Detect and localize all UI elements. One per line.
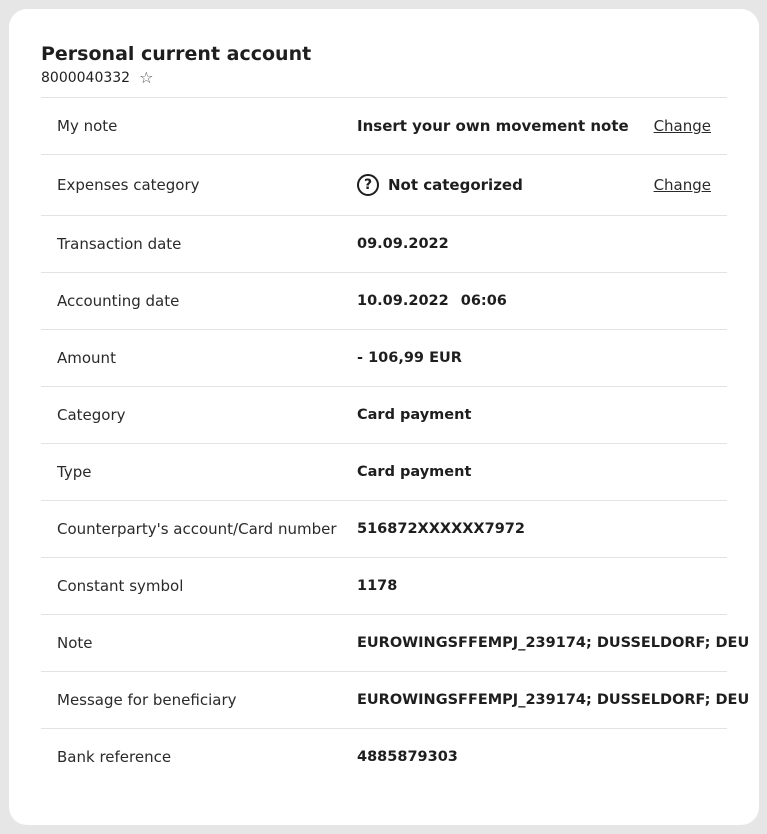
change-category-link[interactable]: Change [654,176,711,194]
counterparty-label: Counterparty's account/Card number [57,520,337,538]
row-expenses-category: Expenses category ? Not categorized Chan… [41,155,727,216]
change-note-link[interactable]: Change [654,117,711,135]
expenses-category-text: Not categorized [388,176,523,194]
note-label: Note [57,634,93,652]
transaction-date-value: 09.09.2022 [357,236,449,252]
category-value: Card payment [357,407,472,423]
question-circle-icon: ? [357,174,379,196]
row-note: Note EUROWINGSFFEMPJ_239174; DUSSELDORF;… [41,615,749,672]
row-message-for-beneficiary: Message for beneficiary EUROWINGSFFEMPJ_… [41,672,749,729]
message-label: Message for beneficiary [57,691,237,709]
amount-value: - 106,99 EUR [357,350,462,366]
account-number-line: 8000040332 ☆ [41,69,311,87]
bank-reference-value: 4885879303 [357,749,458,765]
amount-label: Amount [57,349,116,367]
my-note-value: Insert your own movement note [357,117,629,135]
accounting-date: 10.09.2022 [357,293,449,309]
expenses-category-label: Expenses category [57,176,200,194]
row-category: Category Card payment [41,387,727,444]
transaction-detail-card: Personal current account 8000040332 ☆ My… [9,9,759,825]
row-transaction-date: Transaction date 09.09.2022 [41,216,727,273]
transaction-date-label: Transaction date [57,235,182,253]
counterparty-value: 516872XXXXXX7972 [357,521,525,537]
accounting-time: 06:06 [460,293,507,309]
category-label: Category [57,406,126,424]
my-note-label: My note [57,117,118,135]
account-title: Personal current account [41,43,312,65]
accounting-date-label: Accounting date [57,292,180,310]
bank-reference-label: Bank reference [57,748,172,766]
row-type: Type Card payment [41,444,727,501]
type-label: Type [57,463,92,481]
row-amount: Amount - 106,99 EUR [41,330,727,387]
expenses-category-value: ? Not categorized [357,174,523,196]
row-bank-reference: Bank reference 4885879303 [41,729,727,785]
constant-symbol-value: 1178 [357,578,398,594]
row-my-note: My note Insert your own movement note Ch… [41,98,727,155]
row-constant-symbol: Constant symbol 1178 [41,558,727,615]
constant-symbol-label: Constant symbol [57,577,184,595]
account-number: 8000040332 [41,70,131,86]
accounting-date-value: 10.09.2022 06:06 [357,293,507,309]
star-outline-icon[interactable]: ☆ [139,69,153,87]
row-accounting-date: Accounting date 10.09.2022 06:06 [41,273,727,330]
message-value: EUROWINGSFFEMPJ_239174; DUSSELDORF; DEU [357,692,750,708]
transaction-details-table: My note Insert your own movement note Ch… [41,97,749,785]
type-value: Card payment [357,464,472,480]
note-value: EUROWINGSFFEMPJ_239174; DUSSELDORF; DEU [357,635,750,651]
account-header: Personal current account 8000040332 ☆ [41,42,311,87]
row-counterparty: Counterparty's account/Card number 51687… [41,501,727,558]
